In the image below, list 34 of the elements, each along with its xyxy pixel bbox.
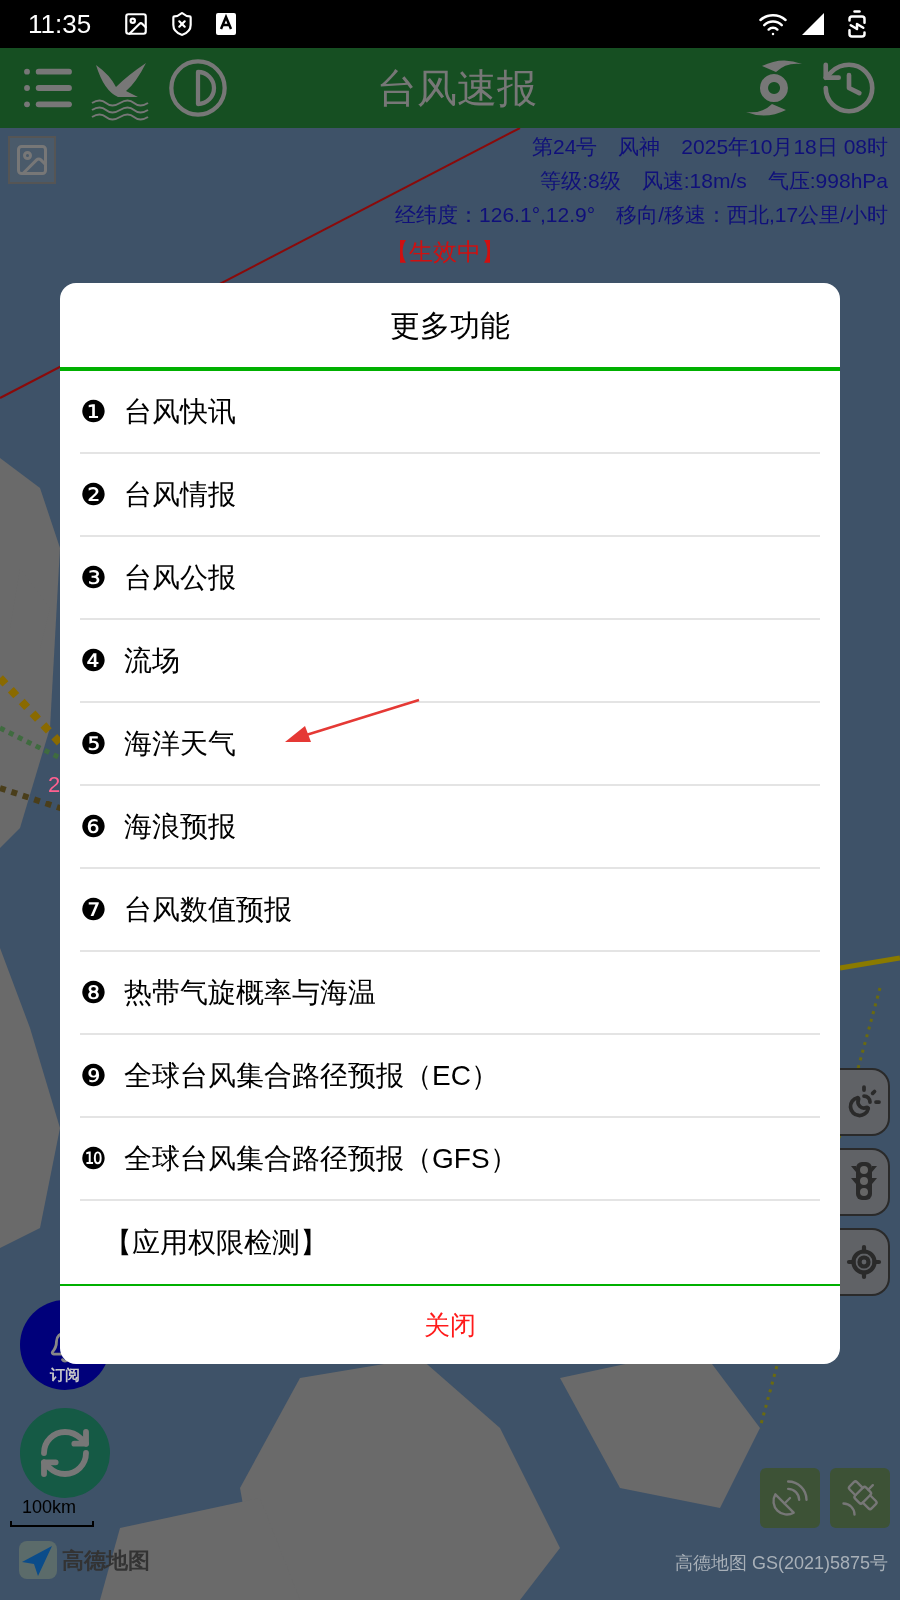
sun-moon-icon: [846, 1084, 882, 1120]
menu-item[interactable]: ❾ 全球台风集合路径预报（EC）: [80, 1035, 820, 1118]
layer-toggle[interactable]: [8, 136, 56, 184]
satellite-button[interactable]: [830, 1468, 890, 1528]
menu-item[interactable]: ❿ 全球台风集合路径预报（GFS）: [80, 1118, 820, 1201]
scale-label: 100km: [21, 1496, 78, 1519]
half-circle-icon[interactable]: [166, 56, 230, 120]
dialog-title: 更多功能: [390, 307, 510, 344]
menu-item[interactable]: ❻ 海浪预报: [80, 786, 820, 869]
typhoon-info-line: 等级:8级 风速:18m/s 气压:998hPa: [540, 168, 888, 194]
radar-button[interactable]: [760, 1468, 820, 1528]
font-icon: [215, 12, 238, 36]
traffic-button[interactable]: [838, 1148, 890, 1216]
menu-item[interactable]: 【应用权限检测】: [80, 1201, 820, 1284]
status-label: 【生效中】: [385, 237, 505, 267]
menu-item[interactable]: ❸ 台风公报: [80, 537, 820, 620]
locate-icon: [846, 1244, 882, 1280]
status-time: 11:35: [28, 7, 92, 41]
app-title: 台风速报: [377, 65, 537, 112]
close-button[interactable]: 关闭: [60, 1286, 840, 1364]
menu-item[interactable]: ❷ 台风情报: [80, 454, 820, 537]
menu-item[interactable]: ❶ 台风快讯: [80, 371, 820, 454]
typhoon-info-line: 第24号 风神 2025年10月18日 08时: [532, 134, 888, 160]
day-night-button[interactable]: [838, 1068, 890, 1136]
locate-button[interactable]: [838, 1228, 890, 1296]
image-icon: [14, 142, 50, 178]
image-icon: [123, 11, 150, 37]
signal-icon: [800, 11, 826, 37]
map-copyright: 高德地图 GS(2021)5875号: [674, 1552, 888, 1575]
menu-item[interactable]: ❹ 流场: [80, 620, 820, 703]
typhoon-info-line: 经纬度：126.1°,12.9° 移向/移速：西北,17公里/小时: [395, 202, 888, 228]
menu-item[interactable]: ❼ 台风数值预报: [80, 869, 820, 952]
menu-item[interactable]: ❽ 热带气旋概率与海温: [80, 952, 820, 1035]
paper-plane-logo: [18, 1540, 58, 1580]
